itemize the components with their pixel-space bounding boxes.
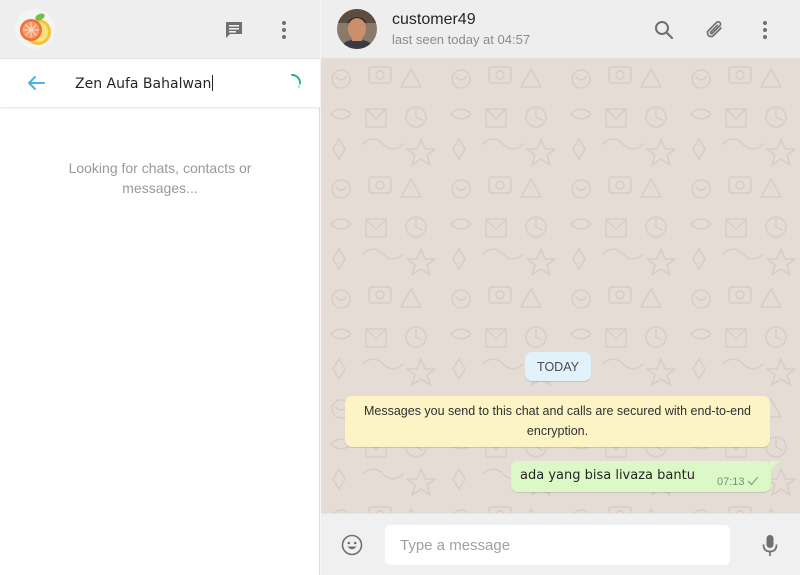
search-input-value: Zen Aufa Bahalwan (75, 76, 212, 92)
fruit-avatar-icon (15, 9, 55, 49)
emoji-icon[interactable] (341, 534, 363, 556)
conversation-panel: customer49 last seen today at 04:57 TODA… (321, 0, 800, 575)
profile-avatar[interactable] (14, 8, 56, 50)
chat-menu-button[interactable] (752, 17, 778, 43)
voice-message-button[interactable] (759, 534, 781, 558)
paperclip-icon (706, 21, 722, 38)
chat-list-panel: Zen Aufa Bahalwan Looking for chats, con… (0, 0, 320, 575)
left-header (0, 0, 320, 59)
chat-search-button[interactable] (651, 17, 677, 43)
menu-dots-icon (282, 21, 286, 39)
search-back-button[interactable] (22, 71, 50, 95)
message-area[interactable]: TODAY Messages you send to this chat and… (321, 59, 800, 513)
left-menu-button[interactable] (270, 16, 298, 44)
outgoing-message[interactable]: ada yang bisa livaza bantu 07:13 (511, 461, 771, 492)
date-divider: TODAY (525, 352, 591, 381)
single-check-icon (747, 476, 759, 486)
attach-button[interactable] (702, 17, 728, 43)
spinner-icon (291, 74, 301, 89)
message-text: ada yang bisa livaza bantu (520, 468, 695, 483)
composer (321, 513, 800, 575)
contact-last-seen: last seen today at 04:57 (392, 32, 531, 47)
chat-header: customer49 last seen today at 04:57 (321, 0, 800, 59)
contact-name[interactable]: customer49 (392, 11, 476, 29)
search-input[interactable]: Zen Aufa Bahalwan (75, 75, 214, 92)
search-icon (655, 21, 674, 40)
contact-photo (337, 9, 377, 49)
menu-dots-icon (763, 21, 767, 39)
new-chat-button[interactable] (220, 16, 248, 44)
new-chat-icon (226, 22, 242, 38)
encryption-notice[interactable]: Messages you send to this chat and calls… (345, 396, 770, 447)
bubble-tail (770, 461, 780, 470)
text-caret (212, 75, 214, 91)
microphone-icon (762, 535, 778, 556)
search-status-text: Looking for chats, contacts or messages.… (68, 160, 252, 196)
contact-avatar[interactable] (337, 9, 377, 49)
message-input[interactable] (384, 524, 731, 566)
back-arrow-icon (28, 76, 45, 90)
search-bar: Zen Aufa Bahalwan (0, 59, 320, 108)
message-time: 07:13 (717, 476, 745, 488)
search-spinner (281, 72, 303, 94)
